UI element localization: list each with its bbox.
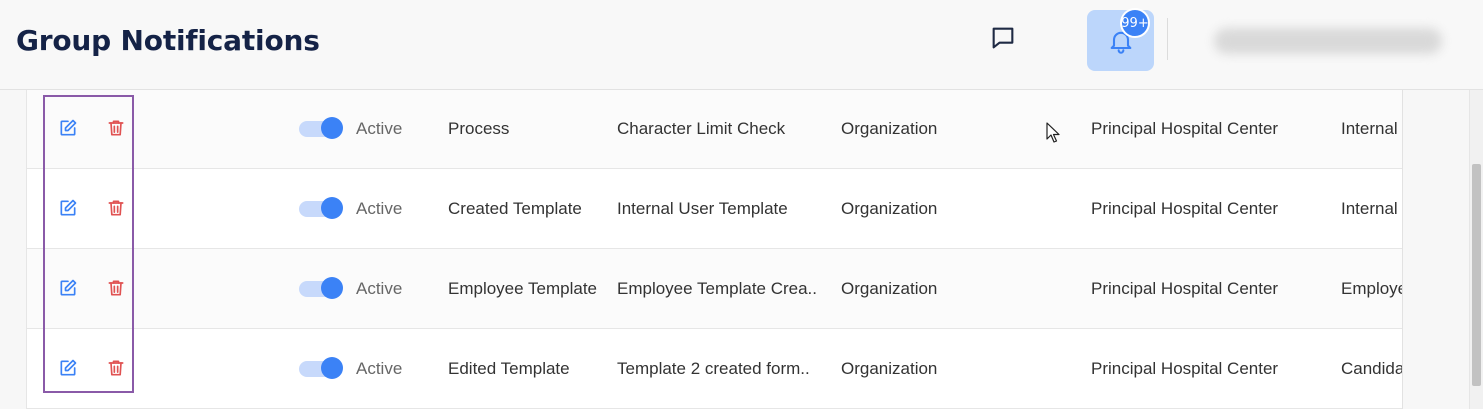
edit-icon [60,359,77,376]
edit-button[interactable] [57,277,79,299]
scrollbar-thumb[interactable] [1472,164,1481,386]
level: Organization [841,359,938,378]
template-name: Internal User Template [617,199,788,218]
delete-button[interactable] [105,277,127,299]
status-toggle[interactable] [299,277,343,299]
organization-name: Principal Hospital Center [1091,359,1279,378]
notification-badge: 99+ [1120,8,1150,38]
delete-button[interactable] [105,117,127,139]
edit-icon [60,279,77,296]
status-label: Active [356,199,403,218]
delete-button[interactable] [105,357,127,379]
table-row: Active Employee Template Employee Template… [27,249,1402,329]
table-side-panel [1402,90,1439,409]
level: Organization [841,279,938,298]
status-toggle[interactable] [299,117,343,139]
page-title: Group Notifications [16,24,320,57]
notification-type: Created Template [448,199,582,218]
table-row: Active Process Character Limit Check Organi… [27,90,1402,169]
status-toggle[interactable] [299,357,343,379]
toggle-knob [321,357,343,379]
toggle-knob [321,197,343,219]
trash-icon [108,200,124,216]
status-label: Active [356,359,403,378]
template-name: Template 2 created form.. [617,359,810,378]
template-name: Employee Template Crea.. [617,279,818,298]
level: Organization [841,119,938,138]
status-label: Active [356,119,403,138]
notification-type: Process [448,119,510,138]
notification-type: Edited Template [448,359,570,378]
page-header: Group Notifications 99+ [0,0,1483,90]
trash-icon [108,280,124,296]
status-toggle[interactable] [299,197,343,219]
trash-icon [108,120,124,136]
mouse-cursor-icon [1046,122,1060,143]
table-row: Active Created Template Internal User Temp… [27,169,1402,249]
audience: Employe [1341,279,1402,298]
chat-button[interactable] [986,22,1020,54]
edit-icon [60,199,77,216]
toggle-knob [321,117,343,139]
edit-button[interactable] [57,357,79,379]
organization-name: Principal Hospital Center [1091,279,1279,298]
user-menu-blurred[interactable] [1214,28,1442,54]
organization-name: Principal Hospital Center [1091,119,1279,138]
chat-icon [992,27,1014,49]
header-divider [1167,18,1168,60]
template-name: Character Limit Check [617,119,786,138]
table-row: Active Edited Template Template 2 created … [27,329,1402,409]
page: Group Notifications 99+ Active Process Cha… [0,0,1483,409]
edit-button[interactable] [57,117,79,139]
organization-name: Principal Hospital Center [1091,199,1279,218]
notification-type: Employee Template [448,279,597,298]
toggle-knob [321,277,343,299]
audience: Internal [1341,119,1398,138]
status-label: Active [356,279,403,298]
edit-button[interactable] [57,197,79,219]
delete-button[interactable] [105,197,127,219]
edit-icon [60,119,77,136]
trash-icon [108,360,124,376]
audience: Internal [1341,199,1398,218]
notifications-table: Active Process Character Limit Check Organi… [26,90,1402,409]
audience: Candida [1341,359,1402,378]
level: Organization [841,199,938,218]
page-scrollbar[interactable] [1469,90,1483,409]
